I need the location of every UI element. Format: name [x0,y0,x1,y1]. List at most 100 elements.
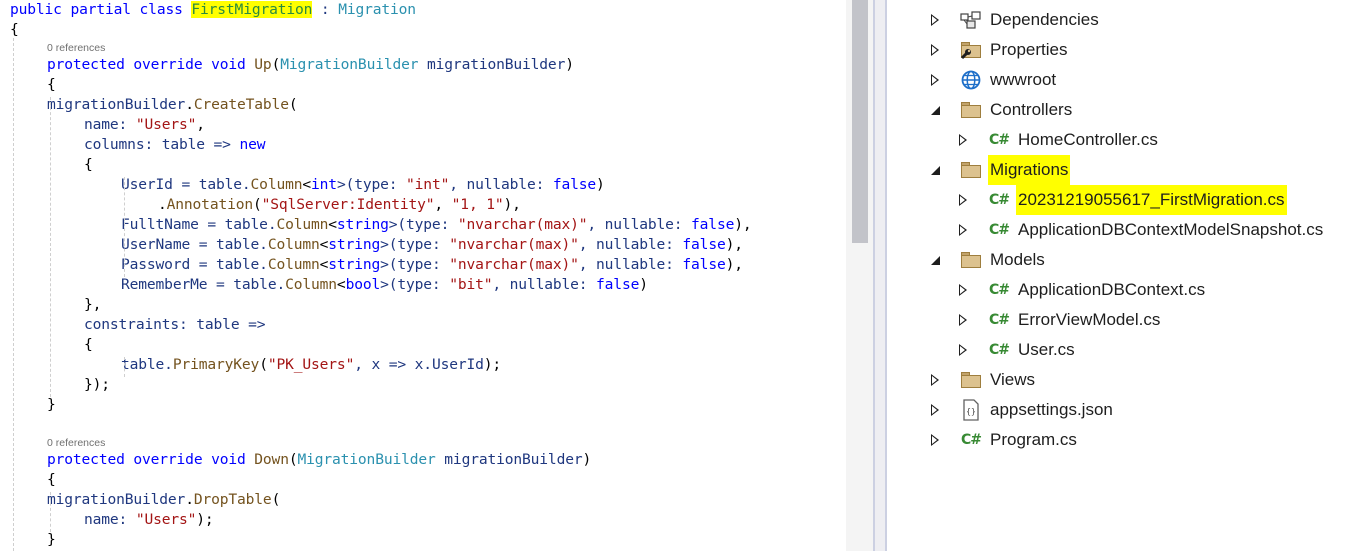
code-token: . [185,96,194,113]
expanded-arrow-icon[interactable] [927,245,943,275]
code-token: ) [565,56,574,73]
properties-folder-icon [960,39,982,61]
tree-item-label: appsettings.json [990,400,1113,419]
editor-vertical-scrollbar[interactable] [846,0,873,551]
code-token: ( [259,356,268,373]
csharp-glyph: C# [988,312,1010,328]
code-token: . [158,196,167,213]
code-token: >(type: [336,176,407,193]
code-token: ), [734,216,752,233]
code-token: ), [725,236,743,253]
code-token: , nullable: [587,216,692,233]
collapsed-arrow-icon[interactable] [955,275,971,305]
collapsed-arrow-icon[interactable] [927,425,943,455]
code-token: }, [84,296,102,313]
tree-item-20231219055617-firstmigration-cs[interactable]: C# 20231219055617_FirstMigration.cs [955,185,1287,215]
folder-icon [960,99,982,121]
expanded-arrow-icon[interactable] [927,95,943,125]
code-line: RememberMe = table.Column<bool>(type: "b… [121,275,648,295]
code-token: , [434,196,452,213]
code-token: protected override void [47,56,255,73]
tree-item-label: Migrations [988,155,1071,185]
tree-item-controllers[interactable]: Controllers [927,95,1072,125]
code-token: . [185,491,194,508]
tree-item-label: Program.cs [990,430,1077,449]
tree-item-user-cs[interactable]: C# User.cs [955,335,1075,365]
code-editor[interactable]: public partial class FirstMigration : Mi… [0,0,846,551]
collapsed-arrow-icon[interactable] [927,65,943,95]
code-token: , nullable: [449,176,553,193]
code-token: name: [84,511,136,528]
tree-item-homecontroller-cs[interactable]: C# HomeController.cs [955,125,1158,155]
tree-item-errorviewmodel-cs[interactable]: C# ErrorViewModel.cs [955,305,1160,335]
tree-item-program-cs[interactable]: C# Program.cs [927,425,1077,455]
code-token: ); [196,511,214,528]
code-line: { [10,20,19,40]
tree-item-wwwroot[interactable]: wwwroot [927,65,1056,95]
collapsed-arrow-icon[interactable] [955,125,971,155]
code-token: ( [271,491,281,508]
code-line: }, [84,295,101,315]
codelens-down-references[interactable]: 0 references [47,436,105,450]
code-token: , nullable: [578,256,683,273]
tree-item-label: User.cs [1018,340,1075,359]
collapsed-arrow-icon[interactable] [927,365,943,395]
code-token: { [84,336,93,353]
tree-item-properties[interactable]: Properties [927,35,1067,65]
csharp-file-icon: C# [960,429,982,451]
collapsed-arrow-icon[interactable] [927,35,943,65]
expanded-arrow-icon[interactable] [927,155,943,185]
collapsed-arrow-icon[interactable] [955,185,971,215]
code-token: Column [267,256,320,273]
code-token: migrationBuilder [47,491,186,508]
code-line: { [47,75,56,95]
collapsed-arrow-icon[interactable] [955,215,971,245]
scrollbar-thumb[interactable] [852,0,868,243]
code-token: UserName = table. [121,236,268,253]
code-token: "nvarchar(max)" [457,216,588,233]
code-token: Column [267,236,320,253]
collapsed-arrow-icon[interactable] [927,395,943,425]
panel-splitter[interactable] [873,0,887,551]
code-token: FulltName = table. [121,216,277,233]
code-token: < [319,236,329,253]
globe-icon [960,69,982,91]
code-token: "PK_Users" [267,356,355,373]
code-token: < [336,276,346,293]
tree-item-appsettings-json[interactable]: {} appsettings.json [927,395,1113,425]
code-token: "SqlServer:Identity" [261,196,435,213]
code-token: name: [84,116,136,133]
code-token: ) [582,451,592,468]
indent-guide [50,97,51,397]
tree-item-models[interactable]: Models [927,245,1045,275]
code-token: DropTable [193,491,272,508]
highlighted-token: FirstMigration [191,1,313,18]
code-token: UserId = table. [121,176,251,193]
codelens-up-references[interactable]: 0 references [47,41,105,55]
code-token: >(type: [380,256,450,273]
tree-item-applicationdbcontextmodelsnapshot-cs[interactable]: C# ApplicationDBContextModelSnapshot.cs [955,215,1323,245]
code-token: ( [253,196,262,213]
code-token: Column [276,216,329,233]
code-token: "bit" [449,276,493,293]
json-file-icon: {} [960,399,982,421]
tree-item-applicationdbcontext-cs[interactable]: C# ApplicationDBContext.cs [955,275,1205,305]
tree-item-migrations[interactable]: Migrations [927,155,1071,185]
code-token: RememberMe = table. [121,276,286,293]
code-line: name: "Users", [84,115,205,135]
collapsed-arrow-icon[interactable] [955,335,971,365]
code-token: >(type: [380,276,450,293]
code-token: Down [254,451,289,468]
collapsed-arrow-icon[interactable] [927,5,943,35]
collapsed-arrow-icon[interactable] [955,305,971,335]
code-token: false [691,216,735,233]
csharp-file-icon: C# [988,219,1010,241]
code-token: migrationBuilder [47,96,186,113]
code-token: < [328,216,337,233]
code-token: >(type: [388,216,458,233]
code-token: , nullable: [492,276,597,293]
csharp-file-icon: C# [988,279,1010,301]
tree-item-views[interactable]: Views [927,365,1035,395]
indent-guide [124,357,125,377]
tree-item-dependencies[interactable]: Dependencies [927,5,1099,35]
